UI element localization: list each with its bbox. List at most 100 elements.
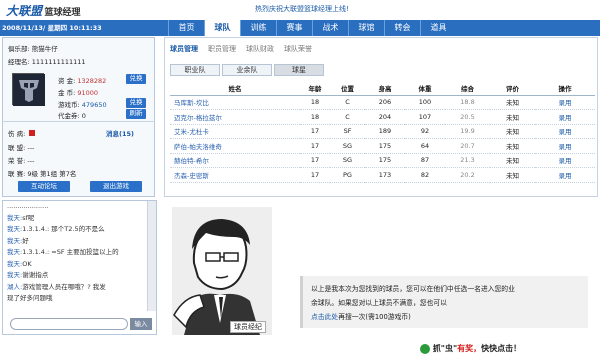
forum-button[interactable]: 互动论坛 (18, 181, 70, 192)
nav-tab-items[interactable]: 道具 (420, 20, 456, 36)
table-cell: 未知 (490, 109, 535, 125)
table-cell: 107 (405, 109, 445, 125)
injury-label: 伤 病: (8, 130, 26, 138)
table-cell: 206 (365, 95, 405, 110)
datetime: 2008/11/13/ 星期四 10:11:33 (2, 24, 102, 32)
table-row: 杰森-史密斯 17 PG 173 82 20.2 未知 录用 (170, 167, 595, 183)
funds-label: 资 金: (58, 77, 76, 85)
footer-text-c: 有奖， (457, 344, 482, 353)
main-nav: 首页 球队 训练 赛事 战术 球馆 转会 道具 (168, 20, 456, 36)
sub-tabs: 球员管理 职员管理 球队财政 球队荣誉 (170, 44, 312, 54)
bug-report-banner[interactable]: 抓"虫"有奖，快快点击！ (420, 343, 595, 357)
table-cell: 20.7 (445, 138, 490, 154)
column-header: 评价 (490, 82, 535, 96)
divider (2, 121, 155, 122)
search-again-link[interactable]: 点击此处 (311, 313, 338, 321)
manager-row: 经理名: 1111111111111 (8, 56, 86, 66)
column-header: 体重 (405, 82, 445, 96)
announcement[interactable]: 热烈庆祝大联盟篮球经理上线! (255, 4, 349, 14)
chat-message: 湖人:游戏管理人员在哪哦？? 我发 (7, 282, 106, 291)
info-line-rest: 再搜一次(需100游戏币) (338, 313, 411, 321)
league-row: 联 盟: --- (8, 142, 34, 152)
hire-link[interactable]: 录用 (535, 153, 595, 168)
nav-tab-tactics[interactable]: 战术 (312, 20, 348, 36)
chat-message: 我天:OK (7, 259, 32, 268)
agent-portrait-icon (172, 207, 272, 335)
agent-illustration (164, 203, 276, 335)
column-header: 姓名 (170, 82, 300, 96)
info-line: 余球队。如果您对以上球员不满意，您也可以 (311, 299, 447, 307)
refresh-button[interactable]: 刷新 (126, 109, 146, 119)
nav-tab-arena[interactable]: 球馆 (348, 20, 384, 36)
nav-tab-transfer[interactable]: 转会 (384, 20, 420, 36)
exchange-button-1[interactable]: 兑换 (126, 74, 146, 84)
table-row: 迈克尔-格拉兹尔 18 C 204 107 20.5 未知 录用 (170, 109, 595, 125)
chat-input[interactable] (10, 318, 128, 330)
table-cell: C (330, 109, 365, 125)
info-line: 以上是我本次为您找到的球员，您可以在他们中任选一名进入您的业 (311, 285, 515, 293)
injury-cross-icon (29, 130, 36, 136)
chat-message: 我天:1.3.1.4.: =SF 主要加投篮以上的 (7, 248, 119, 256)
table-cell: 19.9 (445, 124, 490, 139)
hire-link[interactable]: 录用 (535, 109, 595, 125)
tab-amateur-team[interactable]: 业余队 (222, 64, 272, 76)
funds-value: 1328282 (77, 77, 107, 85)
match-row: 联 赛: 9级 第1组 第7名 (8, 168, 76, 178)
subtab-honors[interactable]: 球队荣誉 (284, 44, 312, 54)
manager-label: 经理名: (8, 58, 30, 66)
hire-link[interactable]: 录用 (535, 167, 595, 183)
table-cell: 82 (405, 167, 445, 183)
player-name[interactable]: 杰森-史密斯 (170, 167, 300, 183)
subtab-finance[interactable]: 球队财政 (246, 44, 274, 54)
table-cell: SG (330, 138, 365, 154)
hire-link[interactable]: 录用 (535, 124, 595, 139)
chat-message: .................... (7, 202, 49, 210)
player-name[interactable]: 赫伯特-希尔 (170, 153, 300, 168)
nav-tab-team[interactable]: 球队 (204, 20, 240, 36)
avatar (12, 73, 45, 106)
player-name[interactable]: 萨伯-帕夫洛维奇 (170, 138, 300, 154)
player-name[interactable]: 艾米-尤杜卡 (170, 124, 300, 139)
app-logo: 大联盟 篮球经理 (6, 2, 146, 18)
table-cell: 20.5 (445, 109, 490, 125)
table-cell: 17 (300, 124, 330, 139)
column-header: 身高 (365, 82, 405, 96)
table-cell: 100 (405, 95, 445, 110)
exit-game-button[interactable]: 退出游戏 (90, 181, 142, 192)
table-cell: 87 (405, 153, 445, 168)
table-cell: 92 (405, 124, 445, 139)
player-name[interactable]: 马库斯-坎比 (170, 95, 300, 110)
player-name[interactable]: 迈克尔-格拉兹尔 (170, 109, 300, 125)
tab-pro-team[interactable]: 职业队 (170, 64, 220, 76)
hire-link[interactable]: 录用 (535, 95, 595, 110)
match-label: 联 赛: (8, 170, 26, 178)
table-cell: 17 (300, 153, 330, 168)
table-row: 萨伯-帕夫洛维奇 17 SG 175 64 20.7 未知 录用 (170, 138, 595, 154)
nav-tab-home[interactable]: 首页 (168, 20, 204, 36)
subtab-players[interactable]: 球员管理 (170, 44, 198, 54)
hire-link[interactable]: 录用 (535, 138, 595, 154)
table-cell: 18.8 (445, 95, 490, 110)
column-header: 综合 (445, 82, 490, 96)
exchange-button-2[interactable]: 兑换 (126, 98, 146, 108)
table-cell: SG (330, 153, 365, 168)
column-header: 年龄 (300, 82, 330, 96)
table-cell: 17 (300, 167, 330, 183)
team-tabs: 职业队 业余队 球星 (170, 64, 324, 76)
gold-label: 金 币: (58, 89, 76, 97)
table-cell: 173 (365, 167, 405, 183)
transformers-emblem-icon (13, 74, 45, 106)
table-cell: 17 (300, 138, 330, 154)
nav-tab-training[interactable]: 训练 (240, 20, 276, 36)
chat-send-button[interactable]: 输入 (130, 318, 152, 330)
table-cell: 未知 (490, 153, 535, 168)
chat-scrollbar[interactable] (147, 201, 156, 311)
messages-link[interactable]: 消息(15) (106, 128, 134, 138)
column-header: 操作 (535, 82, 595, 96)
table-cell: 18 (300, 95, 330, 110)
table-cell: 21.3 (445, 153, 490, 168)
gamecoin-value: 479650 (81, 101, 107, 109)
tab-stars[interactable]: 球星 (274, 64, 324, 76)
nav-tab-matches[interactable]: 赛事 (276, 20, 312, 36)
subtab-staff[interactable]: 职员管理 (208, 44, 236, 54)
